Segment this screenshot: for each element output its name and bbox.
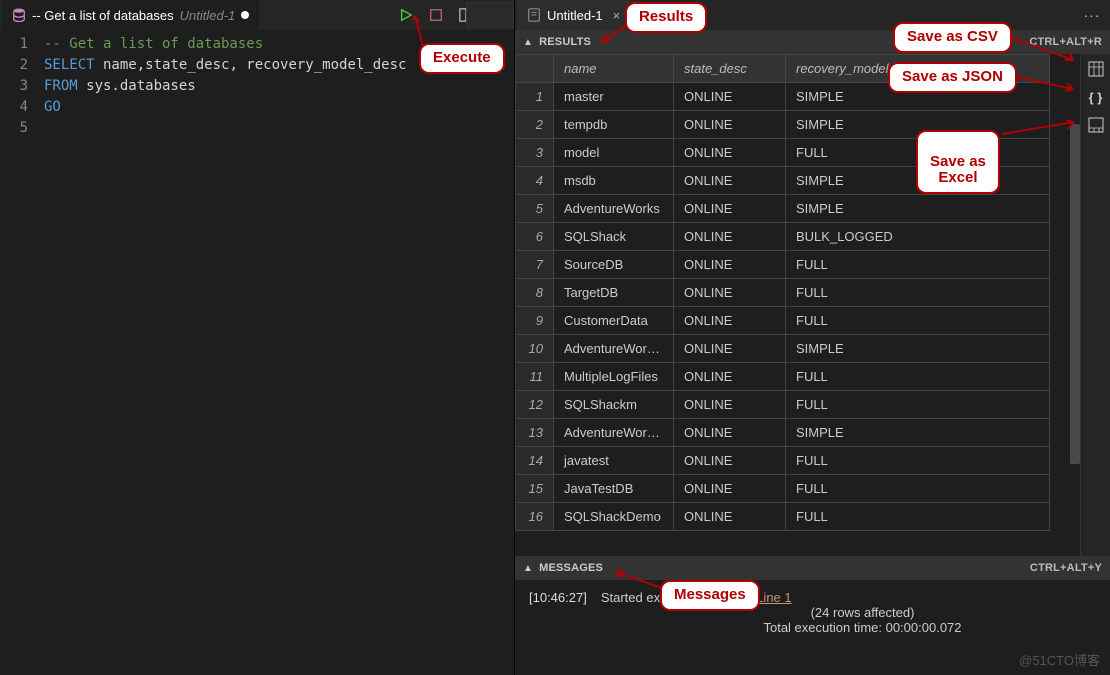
editor-tab-bar: -- Get a list of databases Untitled-1 ··… <box>0 0 514 30</box>
messages-label: MESSAGES <box>539 562 603 574</box>
table-cell[interactable]: SIMPLE <box>786 195 1050 223</box>
editor-tab[interactable]: -- Get a list of databases Untitled-1 <box>2 0 259 30</box>
watermark: @51CTO博客 <box>1019 650 1100 669</box>
table-row[interactable]: 7SourceDBONLINEFULL <box>516 251 1050 279</box>
table-row[interactable]: 5AdventureWorksONLINESIMPLE <box>516 195 1050 223</box>
save-excel-button[interactable] <box>1087 116 1105 134</box>
line-link[interactable]: Line 1 <box>756 590 791 605</box>
table-cell[interactable]: AdventureWork... <box>554 419 674 447</box>
table-row[interactable]: 15JavaTestDBONLINEFULL <box>516 475 1050 503</box>
table-cell[interactable]: ONLINE <box>674 167 786 195</box>
results-tab-title: Untitled-1 <box>547 8 603 23</box>
database-icon <box>12 8 26 22</box>
table-row[interactable]: 16SQLShackDemoONLINEFULL <box>516 503 1050 531</box>
table-cell[interactable]: MultipleLogFiles <box>554 363 674 391</box>
table-cell[interactable]: model <box>554 139 674 167</box>
callout-save-json: Save as JSON <box>888 62 1017 93</box>
table-cell[interactable]: FULL <box>786 363 1050 391</box>
table-cell[interactable]: ONLINE <box>674 111 786 139</box>
table-row[interactable]: 12SQLShackmONLINEFULL <box>516 391 1050 419</box>
column-header[interactable]: name <box>554 55 674 83</box>
editor-pane: -- Get a list of databases Untitled-1 ··… <box>0 0 515 675</box>
message-timestamp: [10:46:27] <box>529 590 587 605</box>
callout-execute: Execute <box>419 43 505 74</box>
table-cell[interactable]: ONLINE <box>674 195 786 223</box>
callout-messages: Messages <box>660 580 760 611</box>
messages-section-bar[interactable]: ▲ MESSAGES CTRL+ALT+Y <box>515 556 1110 580</box>
table-row[interactable]: 9CustomerDataONLINEFULL <box>516 307 1050 335</box>
table-cell[interactable]: FULL <box>786 447 1050 475</box>
results-label: RESULTS <box>539 36 591 48</box>
results-grid[interactable]: namestate_descrecovery_model_desc 1maste… <box>515 54 1080 556</box>
chevron-down-icon: ▲ <box>523 563 533 574</box>
table-cell[interactable]: BULK_LOGGED <box>786 223 1050 251</box>
table-cell[interactable]: FULL <box>786 307 1050 335</box>
table-row[interactable]: 11MultipleLogFilesONLINEFULL <box>516 363 1050 391</box>
table-row[interactable]: 8TargetDBONLINEFULL <box>516 279 1050 307</box>
table-cell[interactable]: ONLINE <box>674 335 786 363</box>
table-cell[interactable]: CustomerData <box>554 307 674 335</box>
line-gutter: 12345 <box>0 34 44 675</box>
table-cell[interactable]: msdb <box>554 167 674 195</box>
export-toolbar: { } <box>1080 54 1110 556</box>
table-cell[interactable]: ONLINE <box>674 279 786 307</box>
table-cell[interactable]: AdventureWork... <box>554 335 674 363</box>
code-content[interactable]: -- Get a list of databasesSELECT name,st… <box>44 34 514 675</box>
dirty-indicator-icon <box>241 11 249 19</box>
table-cell[interactable]: SIMPLE <box>786 335 1050 363</box>
table-cell[interactable]: FULL <box>786 279 1050 307</box>
close-icon[interactable]: × <box>613 8 621 23</box>
table-cell[interactable]: SQLShackDemo <box>554 503 674 531</box>
table-cell[interactable]: ONLINE <box>674 419 786 447</box>
table-cell[interactable]: ONLINE <box>674 475 786 503</box>
table-cell[interactable]: ONLINE <box>674 223 786 251</box>
table-row[interactable]: 10AdventureWork...ONLINESIMPLE <box>516 335 1050 363</box>
table-cell[interactable]: SIMPLE <box>786 419 1050 447</box>
table-cell[interactable]: ONLINE <box>674 363 786 391</box>
table-cell[interactable]: ONLINE <box>674 503 786 531</box>
minimap[interactable] <box>466 2 514 28</box>
table-row[interactable]: 13AdventureWork...ONLINESIMPLE <box>516 419 1050 447</box>
callout-save-excel: Save as Excel <box>916 130 1000 194</box>
table-cell[interactable]: TargetDB <box>554 279 674 307</box>
scrollbar-thumb[interactable] <box>1070 124 1080 464</box>
table-cell[interactable]: SourceDB <box>554 251 674 279</box>
table-cell[interactable]: master <box>554 83 674 111</box>
table-cell[interactable]: tempdb <box>554 111 674 139</box>
table-cell[interactable]: SQLShackm <box>554 391 674 419</box>
table-cell[interactable]: FULL <box>786 475 1050 503</box>
table-cell[interactable]: ONLINE <box>674 447 786 475</box>
table-row[interactable]: 14javatestONLINEFULL <box>516 447 1050 475</box>
table-cell[interactable]: ONLINE <box>674 391 786 419</box>
table-cell[interactable]: ONLINE <box>674 83 786 111</box>
messages-shortcut: CTRL+ALT+Y <box>1030 562 1102 574</box>
run-button[interactable] <box>398 7 414 23</box>
table-cell[interactable]: FULL <box>786 391 1050 419</box>
execution-time: Total execution time: 00:00:00.072 <box>629 620 1096 635</box>
table-cell[interactable]: ONLINE <box>674 139 786 167</box>
column-header[interactable] <box>516 55 554 83</box>
table-cell[interactable]: JavaTestDB <box>554 475 674 503</box>
save-json-button[interactable]: { } <box>1087 88 1105 106</box>
tab-title: -- Get a list of databases <box>32 8 174 23</box>
table-cell[interactable]: AdventureWorks <box>554 195 674 223</box>
table-cell[interactable]: ONLINE <box>674 307 786 335</box>
table-row[interactable]: 6SQLShackONLINEBULK_LOGGED <box>516 223 1050 251</box>
table-cell[interactable]: FULL <box>786 251 1050 279</box>
table-cell[interactable]: FULL <box>786 503 1050 531</box>
more-actions-right-button[interactable]: ··· <box>1084 7 1100 23</box>
column-header[interactable]: state_desc <box>674 55 786 83</box>
table-cell[interactable]: SQLShack <box>554 223 674 251</box>
code-editor[interactable]: 12345 -- Get a list of databasesSELECT n… <box>0 30 514 675</box>
callout-save-csv: Save as CSV <box>893 22 1012 53</box>
callout-results: Results <box>625 2 707 33</box>
table-cell[interactable]: javatest <box>554 447 674 475</box>
tab-subtitle: Untitled-1 <box>180 8 236 23</box>
results-file-icon <box>527 8 541 22</box>
save-csv-button[interactable] <box>1087 60 1105 78</box>
table-cell[interactable]: ONLINE <box>674 251 786 279</box>
chevron-down-icon: ▲ <box>523 37 533 48</box>
results-pane: Untitled-1 × ··· ▲ RESULTS CTRL+ALT+R na… <box>515 0 1110 675</box>
